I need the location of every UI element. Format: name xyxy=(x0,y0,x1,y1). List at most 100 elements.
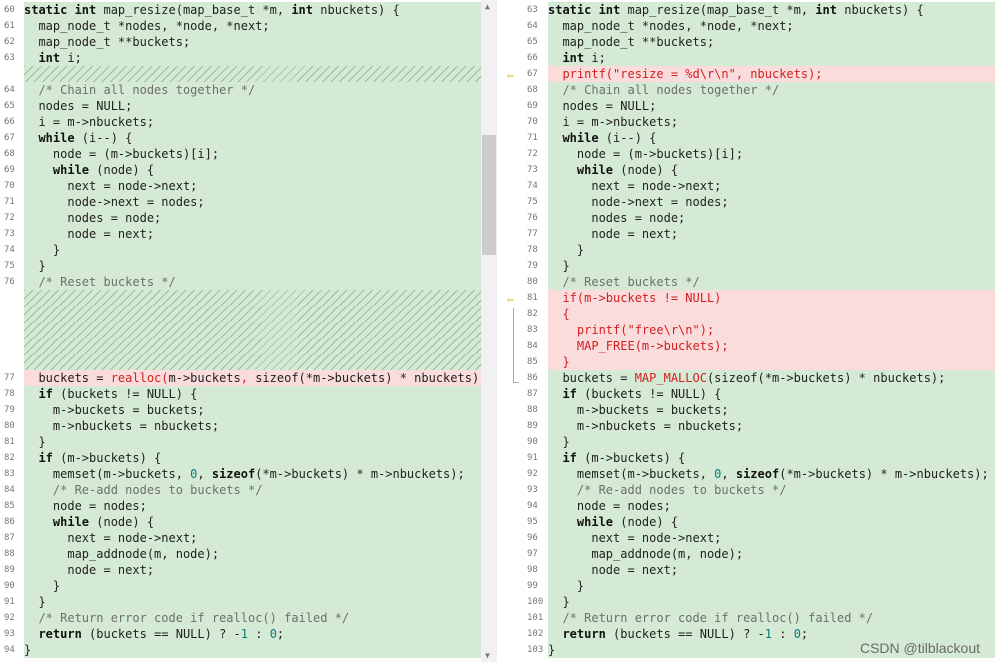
line-number xyxy=(0,322,24,338)
code-text: node = next; xyxy=(548,226,995,242)
code-text: } xyxy=(24,242,481,258)
scrollbar-thumb[interactable] xyxy=(482,135,496,255)
code-line: 69 while (node) { xyxy=(0,162,481,178)
line-number: 76 xyxy=(0,274,24,290)
code-line: 83 printf("free\r\n"); xyxy=(503,322,995,338)
code-text: next = node->next; xyxy=(24,178,481,194)
code-line: 82 { xyxy=(503,306,995,322)
diff-filler-row xyxy=(0,338,481,354)
diff-filler-row xyxy=(0,354,481,370)
code-text: } xyxy=(24,642,481,658)
code-line: 89 node = next; xyxy=(0,562,481,578)
line-number: 80 xyxy=(0,418,24,434)
line-number: 63 xyxy=(503,2,548,18)
vertical-scrollbar[interactable]: ▲ ▼ xyxy=(481,0,497,662)
line-number: 101 xyxy=(503,610,548,626)
line-number: 76 xyxy=(503,210,548,226)
code-line: 73 node = next; xyxy=(0,226,481,242)
code-line: 67 printf("resize = %d\r\n", nbuckets); xyxy=(503,66,995,82)
line-number: 82 xyxy=(503,306,548,322)
line-number: 70 xyxy=(503,114,548,130)
code-line: 74 } xyxy=(0,242,481,258)
code-text: /* Return error code if realloc() failed… xyxy=(548,610,995,626)
code-text xyxy=(24,354,481,370)
line-number xyxy=(0,290,24,306)
line-number xyxy=(0,354,24,370)
scroll-up-icon[interactable]: ▲ xyxy=(485,2,490,11)
code-text: node = nodes; xyxy=(24,498,481,514)
code-line: 88 map_addnode(m, node); xyxy=(0,546,481,562)
code-text: i = m->nbuckets; xyxy=(24,114,481,130)
code-line: 100 } xyxy=(503,594,995,610)
code-text: nodes = NULL; xyxy=(548,98,995,114)
line-number: 74 xyxy=(0,242,24,258)
code-line: 66 i = m->nbuckets; xyxy=(0,114,481,130)
code-line: 90 } xyxy=(0,578,481,594)
arrow-left-icon[interactable]: ⇦ xyxy=(507,69,514,83)
code-text: int i; xyxy=(548,50,995,66)
code-text: } xyxy=(548,578,995,594)
code-text: while (node) { xyxy=(24,162,481,178)
line-number: 89 xyxy=(503,418,548,434)
line-number: 82 xyxy=(0,450,24,466)
code-line: 71 while (i--) { xyxy=(503,130,995,146)
line-number: 83 xyxy=(503,322,548,338)
code-text: while (i--) { xyxy=(548,130,995,146)
line-number: 98 xyxy=(503,562,548,578)
code-line: 80 /* Reset buckets */ xyxy=(503,274,995,290)
code-text: node->next = nodes; xyxy=(548,194,995,210)
code-text: { xyxy=(548,306,995,322)
code-text: /* Chain all nodes together */ xyxy=(24,82,481,98)
line-number: 100 xyxy=(503,594,548,610)
code-text: node = (m->buckets)[i]; xyxy=(24,146,481,162)
line-number: 99 xyxy=(503,578,548,594)
code-text: printf("resize = %d\r\n", nbuckets); xyxy=(548,66,995,82)
code-text: m->nbuckets = nbuckets; xyxy=(24,418,481,434)
code-line: 98 node = next; xyxy=(503,562,995,578)
arrow-left-icon[interactable]: ⇦ xyxy=(507,293,514,307)
line-number: 69 xyxy=(503,98,548,114)
line-number: 79 xyxy=(503,258,548,274)
code-text: if (buckets != NULL) { xyxy=(548,386,995,402)
line-number: 71 xyxy=(0,194,24,210)
code-line: 73 while (node) { xyxy=(503,162,995,178)
code-text: static int map_resize(map_base_t *m, int… xyxy=(24,2,481,18)
line-number: 65 xyxy=(0,98,24,114)
diff-filler-row xyxy=(0,66,481,82)
line-number: 79 xyxy=(0,402,24,418)
code-line: 72 node = (m->buckets)[i]; xyxy=(503,146,995,162)
code-text: } xyxy=(24,578,481,594)
line-number: 90 xyxy=(0,578,24,594)
code-line: 78 } xyxy=(503,242,995,258)
code-text xyxy=(24,290,481,306)
code-line: 86 while (node) { xyxy=(0,514,481,530)
code-text: memset(m->buckets, 0, sizeof(*m->buckets… xyxy=(548,466,995,482)
line-number: 94 xyxy=(503,498,548,514)
code-line: 86 buckets = MAP_MALLOC(sizeof(*m->bucke… xyxy=(503,370,995,386)
line-number: 86 xyxy=(0,514,24,530)
code-text: m->nbuckets = nbuckets; xyxy=(548,418,995,434)
code-text: } xyxy=(548,594,995,610)
code-text: if (buckets != NULL) { xyxy=(24,386,481,402)
line-number: 73 xyxy=(0,226,24,242)
code-text: } xyxy=(24,434,481,450)
code-text: while (node) { xyxy=(24,514,481,530)
code-text: } xyxy=(548,242,995,258)
code-line: 94} xyxy=(0,642,481,658)
code-line: 87 next = node->next; xyxy=(0,530,481,546)
line-number: 92 xyxy=(503,466,548,482)
scroll-down-icon[interactable]: ▼ xyxy=(485,651,490,660)
code-line: 63 int i; xyxy=(0,50,481,66)
code-line: 76 /* Reset buckets */ xyxy=(0,274,481,290)
code-line: 85 } xyxy=(503,354,995,370)
code-line: 83 memset(m->buckets, 0, sizeof(*m->buck… xyxy=(0,466,481,482)
code-line: 68 node = (m->buckets)[i]; xyxy=(0,146,481,162)
line-number: 85 xyxy=(503,354,548,370)
code-line: 60 static int map_resize(map_base_t *m, i… xyxy=(0,2,481,18)
code-line: 75 node->next = nodes; xyxy=(503,194,995,210)
code-text: while (i--) { xyxy=(24,130,481,146)
line-number: 66 xyxy=(0,114,24,130)
line-number xyxy=(0,66,24,82)
code-text xyxy=(24,322,481,338)
code-line: 64 /* Chain all nodes together */ xyxy=(0,82,481,98)
